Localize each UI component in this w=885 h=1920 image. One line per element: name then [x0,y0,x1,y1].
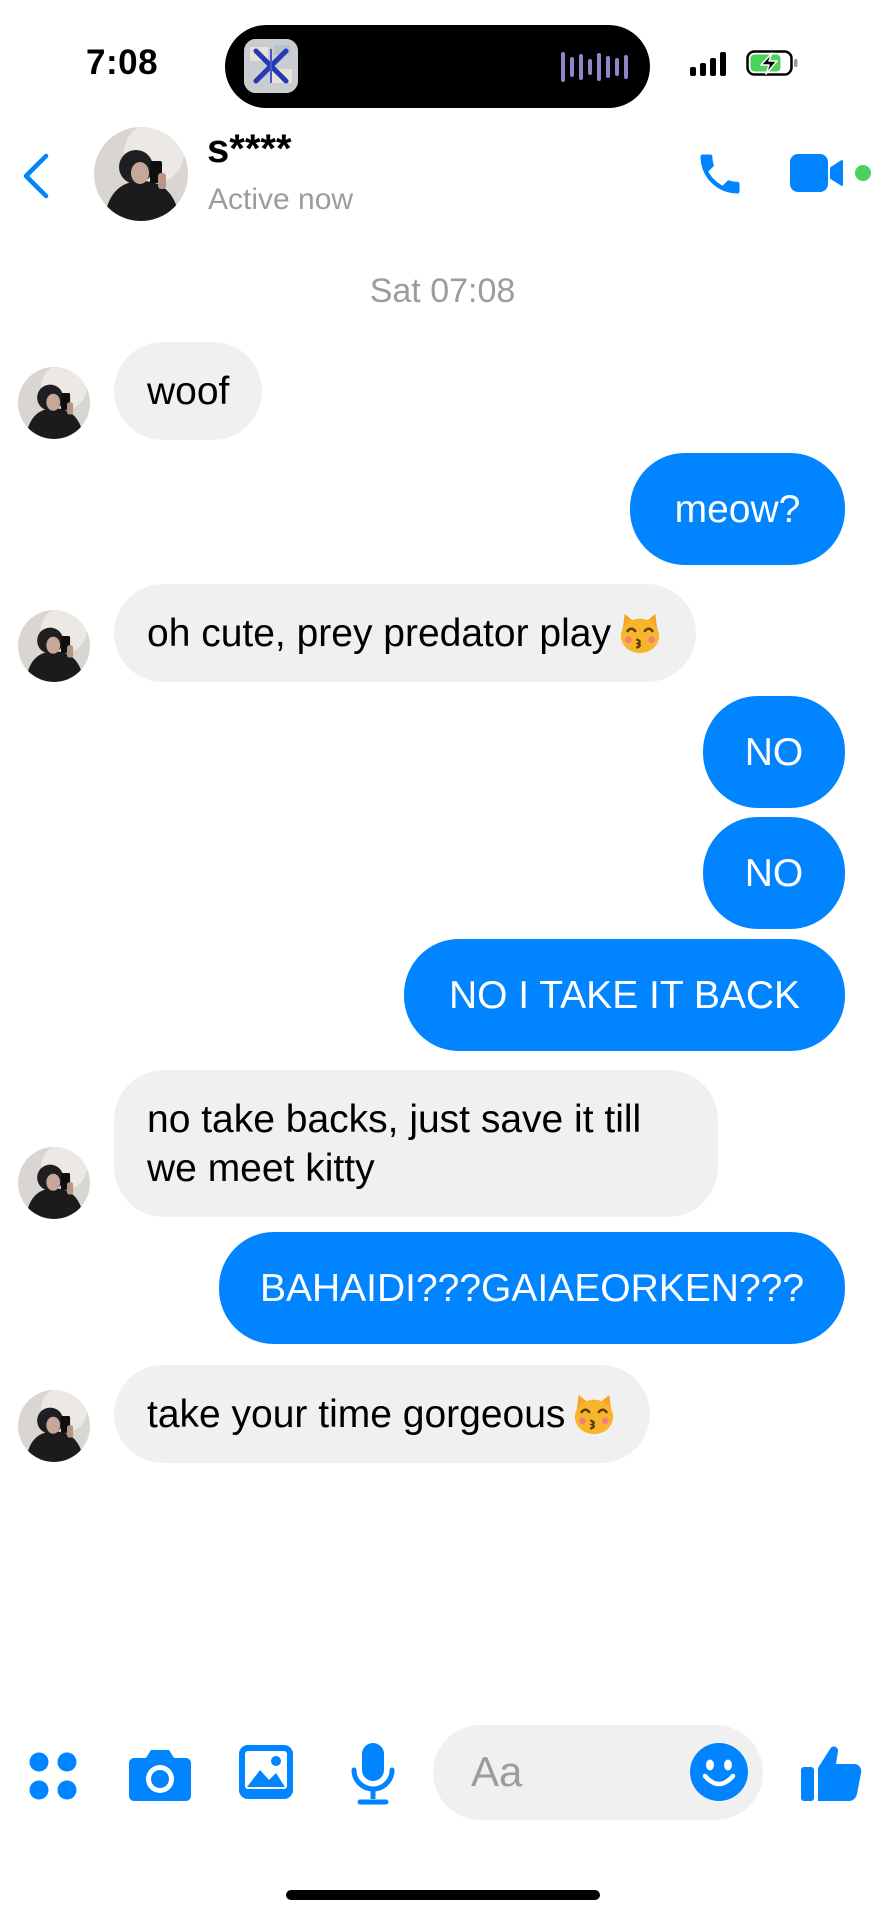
message-bubble-incoming[interactable]: take your time gorgeous [114,1365,651,1463]
video-call-button[interactable] [790,154,848,192]
message-text: BAHAIDI???GAIAEORKEN??? [259,1266,805,1310]
contact-name[interactable]: s**** [207,127,292,172]
camera-icon [129,1750,191,1801]
message-bubble-incoming[interactable]: woof [114,342,263,440]
message-text: oh cute, prey predator play [147,611,611,655]
microphone-icon [351,1743,395,1805]
app-thumbnail-icon [244,39,298,93]
message-bubble-outgoing[interactable]: NO [703,817,845,929]
sender-avatar[interactable] [18,1390,90,1462]
like-button[interactable] [800,1741,862,1803]
phone-icon [700,154,740,194]
conversation-timestamp: Sat 07:08 [369,272,516,310]
kissing-cat-emoji-icon [575,1394,614,1435]
video-camera-icon [790,154,843,192]
message-text: NO I TAKE IT BACK [448,973,801,1017]
audio-call-button[interactable] [694,148,746,200]
battery-charging-icon [746,50,798,76]
chevron-left-icon [23,153,49,199]
sender-avatar[interactable] [18,1147,90,1219]
message-text: no take backs, just save it till we meet… [147,1097,642,1190]
message-bubble-outgoing[interactable]: meow? [630,453,845,565]
message-text: woof [147,369,230,413]
camera-button[interactable] [128,1746,192,1802]
contact-status: Active now [208,183,354,216]
message-bubble-incoming[interactable]: no take backs, just save it till we meet… [114,1070,718,1217]
message-text: NO [744,730,804,774]
message-bubble-outgoing[interactable]: BAHAIDI???GAIAEORKEN??? [219,1232,845,1344]
kissing-cat-emoji-icon [620,613,660,654]
message-bubble-outgoing[interactable]: NO I TAKE IT BACK [404,939,845,1051]
back-button[interactable] [18,150,54,202]
image-gallery-icon [239,1745,293,1799]
messenger-chat-screen: 7:08 s**** Active now Sat 07:08 woof meo… [0,0,885,1920]
more-actions-button[interactable] [27,1750,79,1802]
status-time: 7:08 [86,43,159,82]
four-dots-menu-icon [29,1752,77,1800]
message-text: NO [744,851,804,895]
message-input[interactable] [471,1747,671,1797]
message-bubble-incoming[interactable]: oh cute, prey predator play [114,584,696,682]
home-indicator[interactable] [286,1890,600,1900]
online-indicator [855,165,871,181]
message-bubble-outgoing[interactable]: NO [703,696,845,808]
cellular-signal-icon [690,51,726,76]
emoji-button[interactable] [689,1742,749,1802]
gallery-button[interactable] [238,1744,294,1800]
message-text: take your time gorgeous [147,1392,566,1436]
audio-waveform-icon [561,51,628,83]
thumbs-up-icon [801,1746,862,1801]
sender-avatar[interactable] [18,367,90,439]
contact-avatar[interactable] [94,127,188,221]
sender-avatar[interactable] [18,610,90,682]
dynamic-island[interactable] [225,25,650,108]
message-text: meow? [674,487,801,531]
message-composer[interactable] [433,1725,763,1820]
smiley-icon [690,1743,748,1801]
voice-message-button[interactable] [350,1742,396,1806]
